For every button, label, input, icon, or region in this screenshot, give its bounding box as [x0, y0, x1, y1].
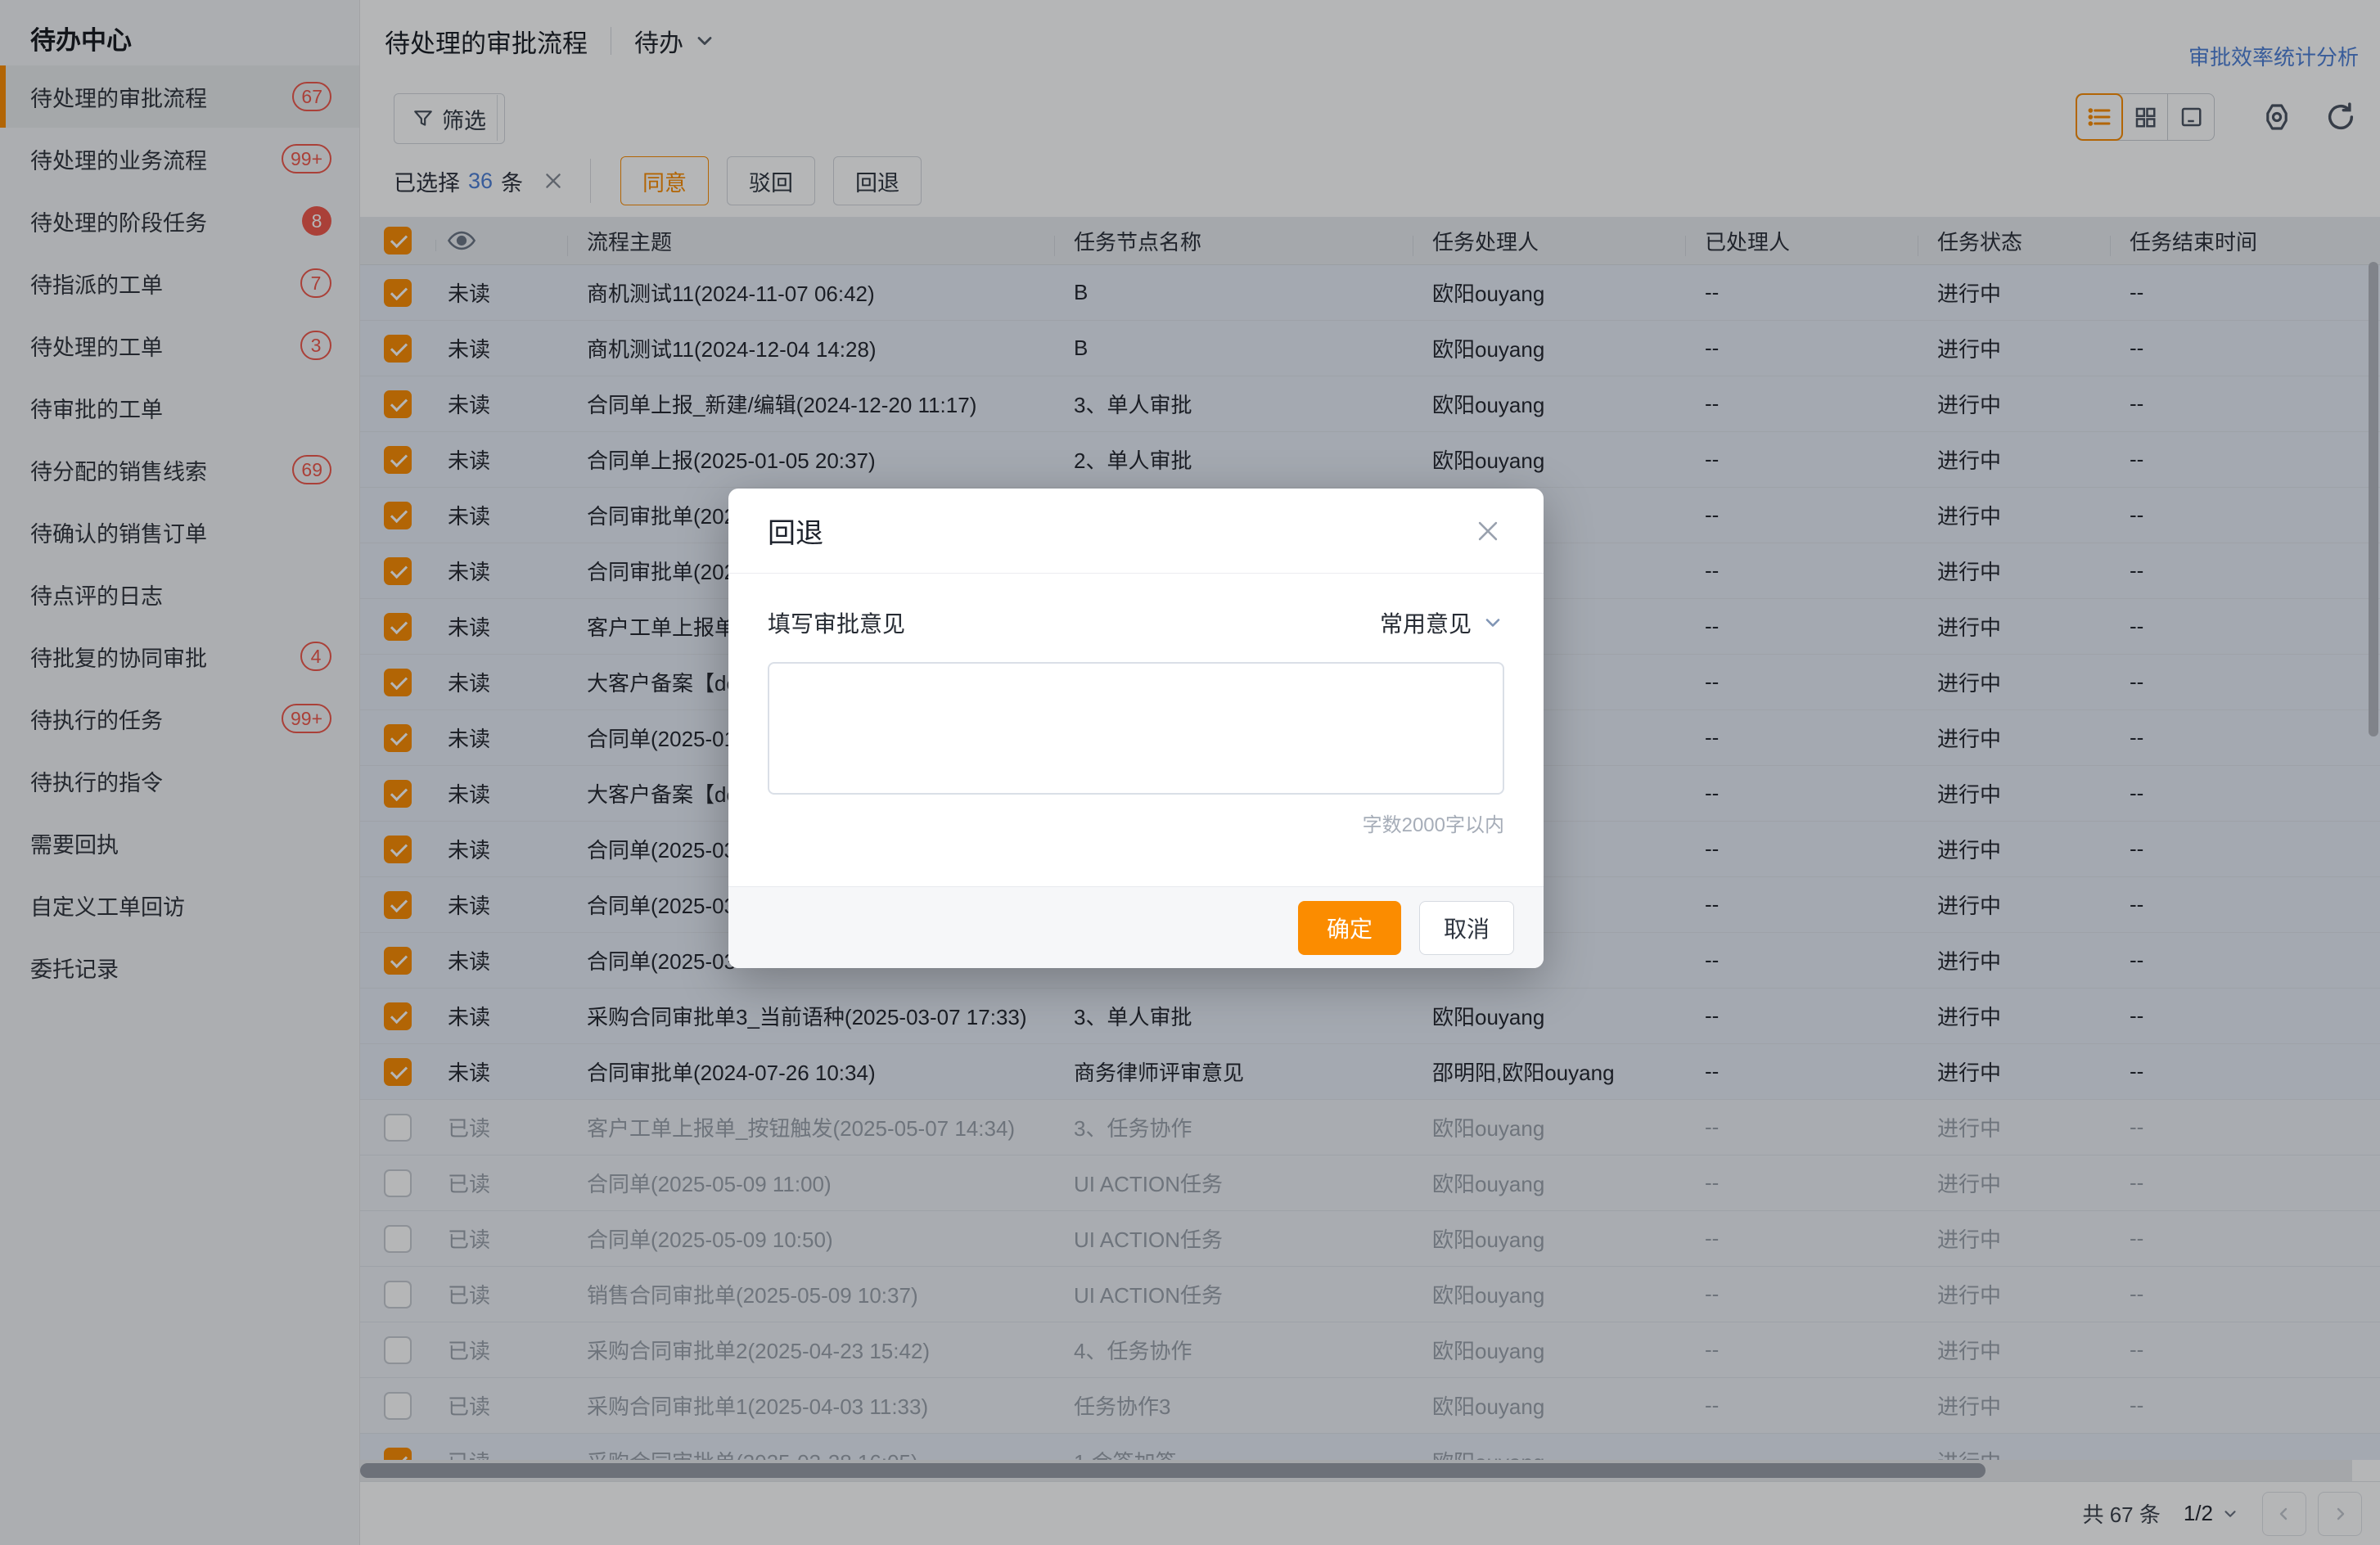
chevron-down-icon — [1481, 611, 1504, 634]
dialog-footer: 确定 取消 — [728, 886, 1544, 968]
dialog-body: 填写审批意见 常用意见 字数2000字以内 — [728, 574, 1544, 837]
return-dialog: 回退 填写审批意见 常用意见 字数2000字以内 确定 — [728, 489, 1544, 968]
close-button[interactable] — [1472, 515, 1504, 547]
common-opinions-dropdown[interactable]: 常用意见 — [1380, 606, 1504, 639]
opinion-label: 填写审批意见 — [768, 606, 905, 639]
dialog-title: 回退 — [768, 511, 823, 551]
char-limit-hint: 字数2000字以内 — [768, 809, 1504, 837]
app-window: 待办中心 待处理的审批流程 67 待处理的业务流程 99+ 待处理的阶段任务 8… — [0, 0, 2380, 1545]
opinion-textarea[interactable] — [768, 662, 1504, 795]
cancel-button[interactable]: 取消 — [1419, 901, 1514, 955]
dialog-header: 回退 — [728, 489, 1544, 574]
common-opinions-label: 常用意见 — [1380, 606, 1472, 639]
confirm-button[interactable]: 确定 — [1298, 901, 1401, 955]
close-icon — [1474, 517, 1502, 545]
